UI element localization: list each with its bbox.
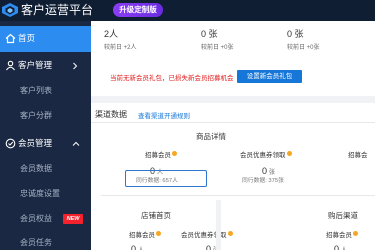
metric-value: 0人 xyxy=(334,244,347,250)
highlight-box xyxy=(125,170,207,187)
sidebar-item-label: 客户列表 xyxy=(20,86,52,95)
stat-value: 0 张 xyxy=(201,29,218,39)
sidebar-item-member-data[interactable]: 会员数据 xyxy=(0,159,91,179)
sidebar-item-label: 会员管理 xyxy=(18,138,53,148)
set-gift-button[interactable]: 设置新会员礼包 xyxy=(237,70,302,83)
metric-label: 招募会 xyxy=(348,152,368,159)
metric-label: 会员优惠券领取 xyxy=(240,149,292,159)
help-icon[interactable] xyxy=(286,151,292,156)
peer-data: 同行数据: 375张 xyxy=(242,178,284,184)
help-icon[interactable] xyxy=(353,231,358,236)
metric-label: 招募会员 xyxy=(326,229,358,239)
channel-card: 渠道数据 查看渠道开通规则 商品详情 招募会员 0人 同行数据: 657人 会员… xyxy=(91,103,375,250)
chevron-right-icon xyxy=(73,62,78,70)
sidebar-item-customer-mgmt[interactable]: 客户管理 xyxy=(0,53,91,79)
channel-rules-link[interactable]: 查看渠道开通规则 xyxy=(138,110,190,120)
sidebar-item-member-tasks[interactable]: 会员任务 xyxy=(0,233,91,250)
sidebar-item-label: 首页 xyxy=(18,33,36,43)
stat-caption: 较前日 +0张 xyxy=(201,45,234,51)
home-icon xyxy=(5,33,16,44)
upgrade-button[interactable]: 升级定制版 xyxy=(113,3,163,17)
sidebar-item-label: 会员任务 xyxy=(20,238,52,247)
user-icon xyxy=(6,60,15,71)
sidebar-item-customer-segment[interactable]: 客户分群 xyxy=(0,106,91,126)
sidebar-item-label: 会员权益 xyxy=(20,214,52,223)
sidebar-item-home[interactable]: 首页 xyxy=(0,26,91,52)
metric-value: 0人 xyxy=(131,244,144,250)
sidebar-item-member-rights[interactable]: 会员权益 NEW xyxy=(0,209,91,229)
panel-title: 购后渠道 xyxy=(328,211,358,220)
sidebar-item-label: 客户分群 xyxy=(20,111,52,120)
metric-label: 招募会员 xyxy=(129,229,161,239)
help-icon[interactable] xyxy=(227,231,233,236)
app-logo-icon xyxy=(2,3,18,17)
metric-label: 招募会员 xyxy=(145,149,177,159)
stat-caption: 较前日 +2人 xyxy=(104,45,137,51)
help-icon[interactable] xyxy=(172,151,177,156)
panel-title: 店铺首页 xyxy=(141,211,171,220)
divider xyxy=(101,195,375,196)
app-title: 客户运营平台 xyxy=(21,3,94,17)
sidebar-item-member-mgmt[interactable]: 会员管理 xyxy=(0,131,91,157)
member-icon xyxy=(5,138,16,149)
stat-caption: 较前日 +0张 xyxy=(287,45,320,51)
sidebar-item-label: 会员数据 xyxy=(20,164,52,173)
top-bar: 客户运营平台 升级定制版 xyxy=(0,0,375,21)
sidebar-item-loyalty[interactable]: 忠诚度设置 xyxy=(0,184,91,204)
divider xyxy=(91,122,375,123)
panel-title: 商品详情 xyxy=(196,132,226,141)
help-icon[interactable] xyxy=(156,231,161,236)
sidebar-item-label: 忠诚度设置 xyxy=(20,189,60,198)
sidebar-item-customer-list[interactable]: 客户列表 xyxy=(0,81,91,101)
new-badge: NEW xyxy=(63,214,83,224)
stat-value: 0 张 xyxy=(287,29,304,39)
metric-label: 会员优惠券领取 xyxy=(181,229,233,239)
notice-text: 当前无新会员礼包，已损失新会员招募机会 xyxy=(110,75,234,82)
stat-value: 2人 xyxy=(104,29,119,39)
sidebar: 首页 客户管理 客户列表 客户分群 会员管理 会员数据 忠诚度设置 会员权益 N xyxy=(0,21,91,250)
panel-gap xyxy=(216,200,221,250)
section-title: 渠道数据 xyxy=(95,110,127,119)
stats-card: 2人 较前日 +2人 0 张 较前日 +0张 0 张 较前日 +0张 当前无新会… xyxy=(91,21,375,96)
sidebar-item-label: 客户管理 xyxy=(18,60,53,70)
chevron-up-icon xyxy=(72,141,80,146)
